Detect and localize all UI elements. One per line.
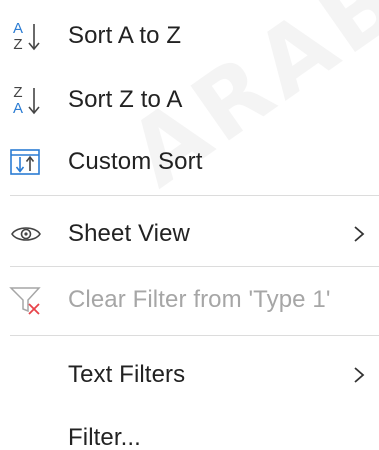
clear-filter-label: Clear Filter from 'Type 1' [68, 286, 331, 313]
sort-icon-top-letter: Z [13, 84, 22, 101]
clear-filter-item: Clear Filter from 'Type 1' [0, 272, 379, 328]
custom-sort-label: Custom Sort [68, 148, 203, 175]
context-menu: A Z Sort A to Z Z A Sort Z to A Custom S… [0, 0, 379, 450]
text-filters-label: Text Filters [68, 361, 186, 388]
menu-separator [10, 266, 379, 267]
chevron-right-icon [354, 226, 365, 242]
sheet-view-label: Sheet View [68, 220, 190, 247]
sort-z-to-a-label: Sort Z to A [68, 86, 183, 113]
sort-icon-bottom-letter: A [13, 100, 23, 117]
sort-a-to-z-label: Sort A to Z [68, 22, 182, 49]
menu-separator [10, 335, 379, 336]
filter-label: Filter... [68, 424, 141, 450]
menu-separator [10, 195, 379, 196]
sort-a-to-z-icon: A Z [13, 20, 40, 53]
sheet-view-item[interactable]: Sheet View [0, 206, 379, 262]
sort-z-to-a-icon: Z A [13, 84, 40, 117]
custom-sort-icon [10, 149, 40, 175]
sort-a-to-z-item[interactable]: A Z Sort A to Z [0, 8, 379, 64]
filter-item[interactable]: Filter... [0, 410, 379, 450]
sort-icon-top-letter: A [13, 20, 23, 37]
eye-icon [11, 227, 41, 241]
clear-filter-icon [9, 287, 41, 315]
chevron-right-icon [354, 367, 365, 383]
sort-icon-bottom-letter: Z [13, 36, 22, 53]
sort-z-to-a-item[interactable]: Z A Sort Z to A [0, 72, 379, 128]
custom-sort-item[interactable]: Custom Sort [0, 134, 379, 190]
text-filters-item[interactable]: Text Filters [0, 347, 379, 403]
